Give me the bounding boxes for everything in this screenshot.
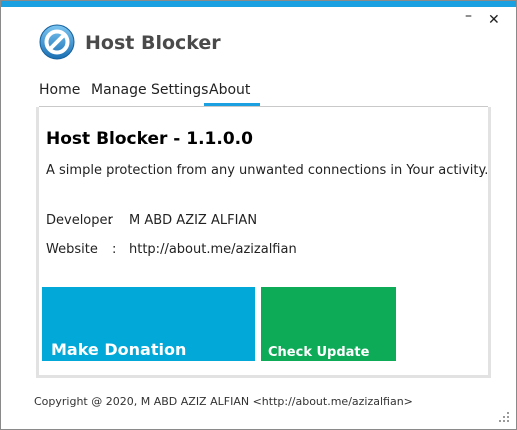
minimize-button[interactable]: – — [465, 9, 472, 23]
website-value[interactable]: http://about.me/azizalfian — [129, 242, 297, 257]
copyright-footer: Copyright @ 2020, M ABD AZIZ ALFIAN <htt… — [34, 395, 413, 408]
close-button[interactable]: ✕ — [488, 13, 500, 27]
make-donation-button[interactable]: Make Donation — [42, 287, 255, 361]
app-title: Host Blocker — [85, 32, 221, 54]
developer-colon: : — [108, 213, 113, 228]
blocked-circle-icon — [39, 24, 75, 60]
make-donation-label: Make Donation — [51, 340, 187, 359]
website-colon: : — [112, 242, 117, 257]
tab-about[interactable]: About — [209, 82, 250, 98]
tab-manage[interactable]: Manage — [91, 82, 147, 98]
developer-value: M ABD AZIZ ALFIAN — [129, 213, 258, 228]
website-label: Website — [46, 242, 98, 257]
about-description: A simple protection from any unwanted co… — [46, 163, 489, 178]
tab-settings[interactable]: Settings — [151, 82, 208, 98]
window-accent-bar — [1, 1, 516, 7]
check-update-label: Check Update — [268, 345, 370, 360]
about-panel: Host Blocker - 1.1.0.0 A simple protecti… — [36, 107, 491, 378]
tab-home[interactable]: Home — [39, 82, 80, 98]
resize-grip-icon[interactable] — [498, 411, 510, 423]
developer-label: Developer — [46, 213, 113, 228]
app-window: – ✕ Host Blocker Home Manage Settings Ab… — [0, 0, 517, 430]
about-title: Host Blocker - 1.1.0.0 — [46, 129, 253, 149]
check-update-button[interactable]: Check Update — [261, 287, 396, 361]
